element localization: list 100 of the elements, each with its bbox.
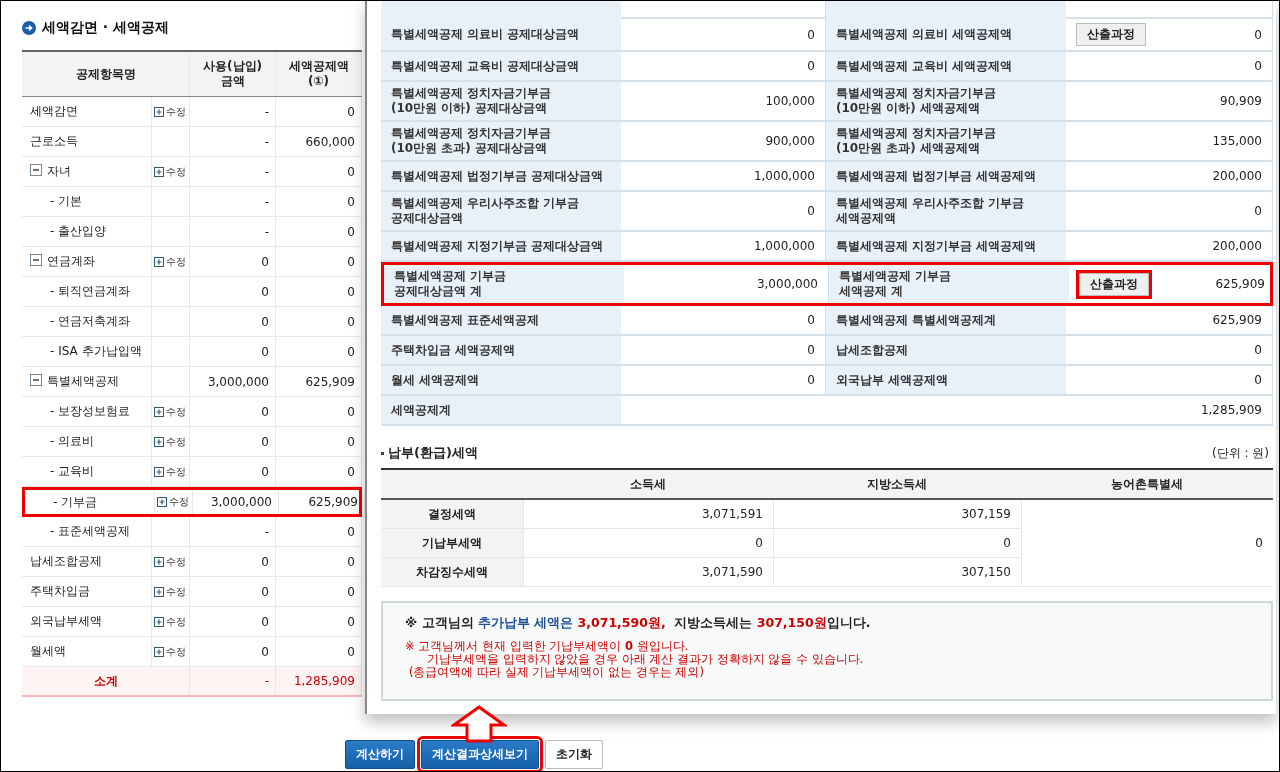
cell-value: 625,909 [1212, 313, 1262, 327]
plus-icon [154, 586, 164, 597]
amount-text: 0 [261, 434, 269, 449]
credit-text: 0 [347, 344, 355, 359]
amount-text: 3,000,000 [210, 495, 272, 509]
amount-text: 0 [261, 254, 269, 269]
row-label: 기납부세액 [422, 534, 482, 552]
cell-value: 0 [1254, 373, 1262, 387]
credit-text: 0 [347, 164, 355, 179]
cell-value: 3,000,000 [756, 277, 818, 291]
column-header: 공제항목명 [75, 66, 136, 82]
amount-text: - [264, 224, 269, 239]
edit-button[interactable]: 수정 [154, 464, 186, 479]
row-label: 특별세액공제 법정기부금 세액공제액 [826, 162, 1066, 190]
action-button[interactable]: 초기화 [545, 740, 603, 769]
item-name: 연금계좌 [47, 253, 95, 270]
action-button[interactable]: 계산하기 [345, 740, 415, 769]
collapse-icon[interactable] [30, 254, 42, 266]
edit-button[interactable]: 수정 [154, 104, 186, 119]
edit-button[interactable]: 수정 [154, 164, 186, 179]
section-title: 납부(환급)세액 [388, 444, 478, 462]
row-label: 월세 세액공제액 [381, 366, 621, 394]
item-name: 근로소득 [30, 133, 78, 150]
amount-text: 0 [261, 554, 269, 569]
credit-text: 625,909 [305, 374, 355, 389]
edit-button[interactable]: 수정 [154, 404, 186, 419]
edit-button[interactable]: 수정 [154, 644, 186, 659]
row-label: 특별세액공제 교육비 세액공제액 [826, 52, 1066, 80]
row-label: 특별세액공제 우리사주조합 기부금 공제대상금액 [381, 192, 621, 230]
arrow-circle-icon [22, 21, 36, 35]
cell-value: 900,000 [765, 134, 815, 148]
row-label: 특별세액공제 기부금 세액공제 계 [829, 265, 1069, 303]
credit-text: 0 [347, 314, 355, 329]
edit-button[interactable]: 수정 [154, 614, 186, 629]
cell-value: 0 [807, 204, 815, 218]
calculation-button[interactable]: 산출과정 [1079, 272, 1149, 296]
edit-button[interactable]: 수정 [154, 554, 186, 569]
item-name: 특별세액공제 [47, 373, 119, 390]
edit-button[interactable]: 수정 [154, 584, 186, 599]
edit-button[interactable]: 수정 [154, 254, 186, 269]
plus-icon [154, 256, 164, 267]
credit-text: 0 [347, 614, 355, 629]
cell-value: 1,000,000 [753, 239, 815, 253]
cell-value: 0 [807, 343, 815, 357]
cell-value: 0 [1254, 343, 1262, 357]
amount-text: 0 [261, 314, 269, 329]
plus-icon [154, 436, 164, 447]
credit-text: 0 [347, 464, 355, 479]
cell-value: 0 [1254, 59, 1262, 73]
row-label: 특별세액공제 교육비 공제대상금액 [381, 52, 621, 80]
cell-value: 1,000,000 [753, 169, 815, 183]
edit-button[interactable]: 수정 [154, 434, 186, 449]
row-label: 특별세액공제 지정기부금 세액공제액 [826, 232, 1066, 260]
amount-text: - [264, 104, 269, 119]
calculation-button[interactable]: 산출과정 [1076, 23, 1146, 46]
item-name: - ISA 추가납입액 [50, 343, 142, 360]
item-name: - 기부금 [53, 493, 98, 511]
row-label: 특별세액공제 정치자금기부금 (10만원 초과) 세액공제액 [826, 122, 1066, 160]
plus-icon [154, 166, 164, 177]
amount-text: 0 [261, 644, 269, 659]
column-header: 지방소득세 [867, 475, 927, 493]
credit-text: 0 [347, 524, 355, 539]
credit-text: 0 [347, 554, 355, 569]
unit-label: (단위 : 원) [1211, 444, 1269, 462]
credit-text: 0 [347, 104, 355, 119]
plus-icon [154, 556, 164, 567]
collapse-icon[interactable] [30, 164, 42, 176]
amount-text: - [264, 674, 269, 688]
item-name: - 보장성보험료 [50, 403, 131, 420]
edit-button[interactable]: 수정 [157, 495, 189, 509]
item-name: 월세액 [30, 643, 66, 660]
column-header: 소득세 [630, 475, 666, 493]
credit-text: 0 [347, 434, 355, 449]
item-name: 주택차입금 [30, 583, 90, 600]
cell-value: 0 [755, 536, 763, 550]
row-label: 특별세액공제 기부금 공제대상금액 계 [384, 265, 624, 303]
item-name: 납세조합공제 [30, 553, 102, 570]
row-label: 결정세액 [428, 505, 476, 523]
item-name: - 기본 [50, 193, 83, 210]
column-header: 세액공제액 (①) [288, 59, 349, 89]
plus-icon [154, 616, 164, 627]
credit-text: 0 [347, 284, 355, 299]
column-header: 농어촌특별세 [1111, 475, 1183, 493]
collapse-icon[interactable] [30, 374, 42, 386]
plus-icon [157, 497, 167, 507]
row-label: 납세조합공제 [826, 336, 1066, 364]
row-label: 특별세액공제 정치자금기부금 (10만원 이하) 공제대상금액 [381, 82, 621, 120]
cell-value: 0 [1254, 27, 1262, 42]
credit-text: 0 [347, 584, 355, 599]
bullet-icon [381, 451, 384, 455]
cell-value: 3,071,590 [701, 565, 763, 579]
cell-value: 100,000 [765, 94, 815, 108]
row-label: 특별세액공제 정치자금기부금 (10만원 이하) 세액공제액 [826, 82, 1066, 120]
item-name: - 교육비 [50, 463, 95, 480]
item-name: - 출산입양 [50, 223, 107, 240]
cell-value: 3,071,591 [701, 507, 763, 521]
warning-text: (총급여액에 따라 실제 기납부세액이 없는 경우는 제외) [409, 665, 704, 679]
row-label: 세액공제계 [381, 396, 621, 424]
row-label: 특별세액공제 정치자금기부금 (10만원 초과) 공제대상금액 [381, 122, 621, 160]
plus-icon [154, 406, 164, 417]
